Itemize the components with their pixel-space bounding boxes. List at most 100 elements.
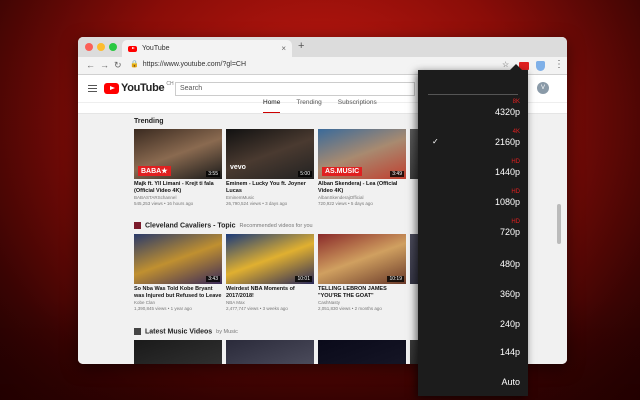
video-card[interactable]: [134, 340, 222, 364]
tab-trending[interactable]: Trending: [296, 99, 321, 114]
quality-label: 720p: [499, 227, 520, 237]
tab-subscriptions[interactable]: Subscriptions: [338, 99, 377, 114]
hamburger-menu-icon[interactable]: [88, 85, 97, 94]
reload-icon[interactable]: ↻: [114, 60, 122, 71]
thumbnail-label: BABA★: [138, 166, 171, 176]
quality-option-1080p[interactable]: HD 1080p: [418, 188, 528, 216]
tab-home[interactable]: Home: [263, 99, 281, 114]
lock-icon: 🔒: [130, 61, 139, 68]
channel-avatar-icon: [134, 222, 141, 229]
video-card[interactable]: [318, 340, 406, 364]
section-title-cavaliers: Cleveland Cavaliers - Topic Recommended v…: [134, 222, 313, 229]
video-thumbnail[interactable]: BABA★ 3:55: [134, 129, 222, 179]
check-icon: ✓: [432, 137, 439, 146]
video-meta: 1,390,845 views • 1 year ago: [134, 306, 192, 311]
quality-option-360p[interactable]: 360p: [418, 280, 528, 308]
quality-option-720p[interactable]: HD 720p: [418, 218, 528, 246]
video-meta: 720,922 views • 5 days ago: [318, 201, 373, 206]
url-field[interactable]: 🔒 https://www.youtube.com/?gl=CH: [130, 60, 246, 68]
section-title-trending: Trending: [134, 118, 164, 125]
video-card[interactable]: vevo 5:00 Eminem - Lucky You ft. Joyner …: [226, 129, 314, 207]
video-thumbnail[interactable]: [134, 340, 222, 364]
video-title[interactable]: Eminem - Lucky You ft. Joyner Lucas: [226, 181, 314, 195]
video-title[interactable]: Alban Skenderaj - Lea (Official Video 4K…: [318, 181, 406, 195]
quality-dropdown: 8K 4320p ✓ 4K 2160p HD 1440p HD 1080p HD…: [418, 64, 528, 396]
music-icon: [134, 328, 141, 335]
video-duration: 3:49: [390, 171, 404, 177]
video-duration: 10:19: [387, 276, 404, 282]
quality-option-4320p[interactable]: 8K 4320p: [418, 98, 528, 126]
page-scrollbar[interactable]: [556, 114, 562, 364]
video-card[interactable]: AS.MUSIC 3:49 Alban Skenderaj - Lea (Off…: [318, 129, 406, 207]
quality-option-144p[interactable]: 144p: [418, 338, 528, 366]
new-tab-button[interactable]: +: [298, 40, 304, 52]
search-input[interactable]: Search: [175, 82, 415, 96]
video-title[interactable]: Majk ft. Yll Limani - Krejt ti fala (Off…: [134, 181, 222, 195]
youtube-favicon-icon: [128, 45, 137, 52]
quality-badge: HD: [511, 189, 520, 195]
video-thumbnail[interactable]: [318, 340, 406, 364]
section-title-music: Latest Music Videos by Music: [134, 328, 238, 335]
youtube-nav-tabs: Home Trending Subscriptions: [263, 99, 377, 114]
video-meta: 2,051,830 views • 2 months ago: [318, 306, 382, 311]
video-thumbnail[interactable]: [226, 340, 314, 364]
video-card[interactable]: 3:43 So Nba Was Told Kobe Bryant was Inj…: [134, 234, 222, 312]
url-text: https://www.youtube.com/?gl=CH: [142, 61, 247, 68]
browser-tab-youtube[interactable]: YouTube ×: [122, 40, 292, 57]
tab-bar: YouTube × +: [78, 37, 567, 57]
video-meta: 545,253 views • 16 hours ago: [134, 201, 194, 206]
scrollbar-thumb[interactable]: [557, 204, 561, 244]
minimize-window-button[interactable]: [97, 43, 105, 51]
video-thumbnail[interactable]: 3:43: [134, 234, 222, 284]
video-meta: 26,790,524 views • 3 days ago: [226, 201, 288, 206]
quality-label: 1080p: [494, 197, 520, 207]
close-window-button[interactable]: [85, 43, 93, 51]
quality-option-240p[interactable]: 240p: [418, 310, 528, 338]
maximize-window-button[interactable]: [109, 43, 117, 51]
browser-menu-icon[interactable]: ⋮: [554, 59, 564, 70]
quality-label: Auto: [501, 377, 520, 387]
quality-label: 4320p: [494, 107, 520, 117]
video-title[interactable]: TELLING LEBRON JAMES "YOU'RE THE GOAT": [318, 286, 406, 300]
quality-label: 360p: [499, 289, 520, 299]
video-thumbnail[interactable]: AS.MUSIC 3:49: [318, 129, 406, 179]
video-duration: 3:43: [206, 276, 220, 282]
thumbnail-label: AS.MUSIC: [322, 167, 363, 176]
video-meta: 2,477,747 views • 3 weeks ago: [226, 306, 288, 311]
tab-title: YouTube: [142, 45, 170, 52]
quality-option-auto[interactable]: Auto: [418, 368, 528, 396]
video-card[interactable]: BABA★ 3:55 Majk ft. Yll Limani - Krejt t…: [134, 129, 222, 207]
quality-badge: HD: [511, 159, 520, 165]
quality-label: 1440p: [494, 167, 520, 177]
quality-divider: [428, 94, 518, 95]
quality-label: 240p: [499, 319, 520, 329]
forward-icon[interactable]: →: [100, 60, 109, 70]
tab-close-icon[interactable]: ×: [281, 44, 286, 53]
video-card[interactable]: [226, 340, 314, 364]
video-card[interactable]: 10:19 TELLING LEBRON JAMES "YOU'RE THE G…: [318, 234, 406, 312]
youtube-logo-country: CH: [166, 81, 174, 87]
video-duration: 3:55: [206, 171, 220, 177]
quality-badge: HD: [511, 219, 520, 225]
video-duration: 5:00: [298, 171, 312, 177]
youtube-logo[interactable]: YouTube CH: [104, 81, 174, 94]
video-thumbnail[interactable]: 10:01: [226, 234, 314, 284]
youtube-logo-text: YouTube: [121, 82, 165, 94]
quality-label: 480p: [499, 259, 520, 269]
back-icon[interactable]: ←: [86, 60, 95, 70]
avatar[interactable]: V: [537, 82, 549, 94]
thumbnail-label: vevo: [230, 164, 246, 171]
video-thumbnail[interactable]: 10:19: [318, 234, 406, 284]
quality-option-480p[interactable]: 480p: [418, 250, 528, 278]
shield-extension-icon[interactable]: [536, 61, 545, 71]
video-card[interactable]: 10:01 Weirdest NBA Moments of 2017/2018!…: [226, 234, 314, 312]
bookmark-star-icon[interactable]: ☆: [502, 60, 509, 69]
youtube-play-icon: [104, 82, 119, 94]
quality-option-2160p[interactable]: ✓ 4K 2160p: [418, 128, 528, 156]
video-duration: 10:01: [295, 276, 312, 282]
quality-badge: 4K: [512, 129, 520, 135]
video-thumbnail[interactable]: vevo 5:00: [226, 129, 314, 179]
quality-option-1440p[interactable]: HD 1440p: [418, 158, 528, 186]
video-title[interactable]: Weirdest NBA Moments of 2017/2018!: [226, 286, 314, 300]
video-title[interactable]: So Nba Was Told Kobe Bryant was Injured …: [134, 286, 222, 300]
